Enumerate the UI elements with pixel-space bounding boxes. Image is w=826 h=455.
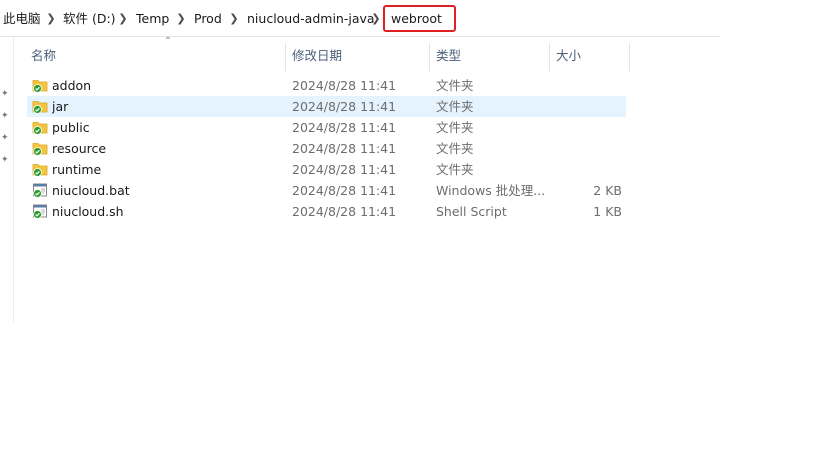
folder-synced-icon — [32, 101, 48, 114]
breadcrumb-item-temp[interactable]: Temp — [136, 10, 169, 28]
file-type: 文件夹 — [436, 120, 474, 135]
file-size — [547, 75, 622, 96]
file-name: addon — [52, 78, 92, 93]
column-header-size[interactable]: 大小 — [556, 37, 581, 72]
column-divider[interactable] — [629, 43, 630, 71]
breadcrumb[interactable]: 此电脑 ❯ 软件 (D:) ❯ Temp ❯ Prod ❯ niucloud-a… — [0, 0, 720, 37]
chevron-right-icon[interactable]: ❯ — [118, 10, 128, 28]
file-name: jar — [52, 99, 69, 114]
file-name: runtime — [52, 162, 102, 177]
file-explorer-window: 此电脑 ❯ 软件 (D:) ❯ Temp ❯ Prod ❯ niucloud-a… — [0, 0, 826, 455]
navigation-pane-edge: ✦ ✦ ✦ ✦ — [0, 37, 14, 322]
list-item-resource[interactable]: resource 2024/8/28 11:41 文件夹 — [27, 138, 626, 159]
file-date: 2024/8/28 11:41 — [292, 162, 397, 177]
file-type: 文件夹 — [436, 99, 474, 114]
file-type: 文件夹 — [436, 162, 474, 177]
list-item-runtime[interactable]: runtime 2024/8/28 11:41 文件夹 — [27, 159, 626, 180]
breadcrumb-item-niucloud-admin-java[interactable]: niucloud-admin-java — [247, 10, 375, 28]
sort-up-icon: ⌃ — [163, 36, 173, 47]
pin-icon: ✦ — [1, 111, 9, 121]
chevron-right-icon[interactable]: ❯ — [229, 10, 239, 28]
pin-icon: ✦ — [1, 89, 9, 99]
file-name: public — [52, 120, 90, 135]
column-divider[interactable] — [429, 43, 430, 71]
breadcrumb-item-this-pc[interactable]: 此电脑 — [3, 10, 41, 28]
chevron-right-icon[interactable]: ❯ — [46, 10, 56, 28]
list-item-niucloud-bat[interactable]: niucloud.bat 2024/8/28 11:41 Windows 批处理… — [27, 180, 626, 201]
column-divider[interactable] — [285, 43, 286, 71]
pin-icon: ✦ — [1, 133, 9, 143]
folder-synced-icon — [32, 80, 48, 93]
script-file-synced-icon — [33, 183, 47, 198]
folder-synced-icon — [32, 143, 48, 156]
file-type: Shell Script — [436, 204, 507, 219]
file-type: 文件夹 — [436, 78, 474, 93]
column-header-date[interactable]: 修改日期 — [292, 37, 342, 72]
column-header-name[interactable]: 名称 — [31, 37, 56, 72]
file-name: resource — [52, 141, 107, 156]
file-size — [547, 117, 622, 138]
file-date: 2024/8/28 11:41 — [292, 141, 397, 156]
file-type: 文件夹 — [436, 141, 474, 156]
highlight-annotation-box — [383, 5, 456, 32]
file-size: 1 KB — [593, 204, 622, 219]
file-date: 2024/8/28 11:41 — [292, 99, 397, 114]
chevron-right-icon[interactable]: ❯ — [176, 10, 186, 28]
file-size — [547, 96, 622, 117]
list-item-public[interactable]: public 2024/8/28 11:41 文件夹 — [27, 117, 626, 138]
breadcrumb-item-drive-d[interactable]: 软件 (D:) — [63, 10, 116, 28]
file-size — [547, 159, 622, 180]
chevron-right-icon[interactable]: ❯ — [371, 10, 381, 28]
pin-icon: ✦ — [1, 155, 9, 165]
file-type: Windows 批处理... — [436, 183, 546, 198]
list-item-niucloud-sh[interactable]: niucloud.sh 2024/8/28 11:41 Shell Script… — [27, 201, 626, 222]
folder-synced-icon — [32, 164, 48, 177]
file-name: niucloud.bat — [52, 183, 130, 198]
script-file-synced-icon — [33, 204, 47, 219]
file-date: 2024/8/28 11:41 — [292, 120, 397, 135]
breadcrumb-item-prod[interactable]: Prod — [194, 10, 222, 28]
file-name: niucloud.sh — [52, 204, 124, 219]
list-item-addon[interactable]: addon 2024/8/28 11:41 文件夹 — [27, 75, 626, 96]
list-item-jar[interactable]: jar 2024/8/28 11:41 文件夹 — [27, 96, 626, 117]
folder-synced-icon — [32, 122, 48, 135]
column-divider[interactable] — [549, 43, 550, 71]
file-date: 2024/8/28 11:41 — [292, 204, 397, 219]
file-date: 2024/8/28 11:41 — [292, 183, 397, 198]
column-header: ⌃ 名称 修改日期 类型 大小 — [13, 37, 630, 72]
file-size: 2 KB — [593, 183, 622, 198]
file-size — [547, 138, 622, 159]
column-header-type[interactable]: 类型 — [436, 37, 461, 72]
file-date: 2024/8/28 11:41 — [292, 78, 397, 93]
